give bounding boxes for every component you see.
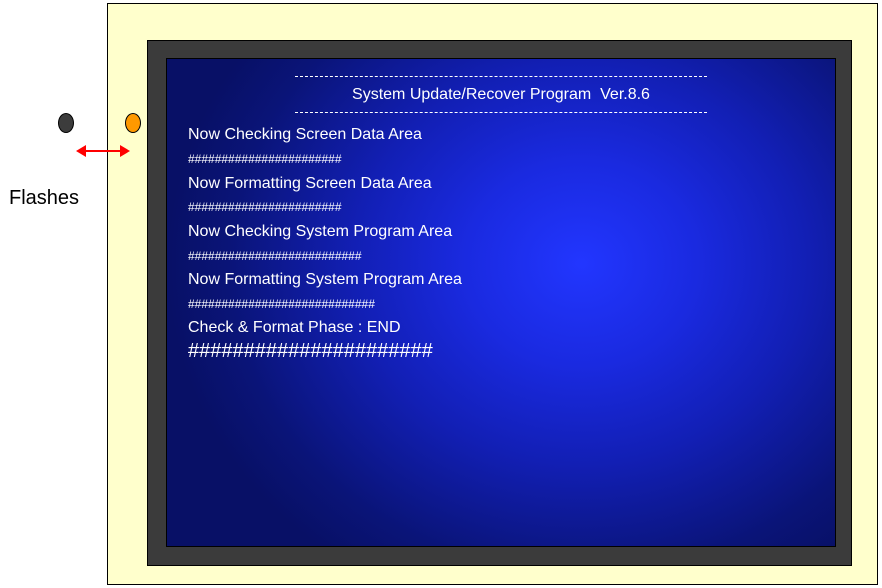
status-line-check-system: Now Checking System Program Area bbox=[188, 223, 453, 240]
progress-hashes-check-system: ########################## bbox=[188, 249, 362, 263]
status-line-phase-end: Check & Format Phase : END bbox=[188, 319, 401, 336]
status-line-check-screen: Now Checking Screen Data Area bbox=[188, 126, 422, 143]
diagram-stage: System Update/Recover Program Ver.8.6 No… bbox=[0, 0, 882, 588]
title-divider-top bbox=[295, 76, 707, 77]
status-line-format-system: Now Formatting System Program Area bbox=[188, 271, 462, 288]
display-screen: System Update/Recover Program Ver.8.6 No… bbox=[166, 58, 836, 547]
led-on-icon bbox=[125, 113, 141, 133]
progress-hashes-check-screen: ####################### bbox=[188, 152, 342, 166]
flashes-label: Flashes bbox=[9, 187, 80, 209]
title-divider-bottom bbox=[295, 112, 707, 113]
program-title: System Update/Recover Program Ver.8.6 bbox=[352, 86, 650, 103]
status-line-format-screen: Now Formatting Screen Data Area bbox=[188, 175, 432, 192]
progress-hashes-format-system: ############################ bbox=[188, 297, 375, 311]
double-arrow-icon bbox=[76, 145, 130, 157]
led-off-icon bbox=[58, 113, 74, 133]
progress-hashes-format-screen: ####################### bbox=[188, 200, 342, 214]
progress-hashes-phase-end: ###################### bbox=[188, 340, 433, 362]
